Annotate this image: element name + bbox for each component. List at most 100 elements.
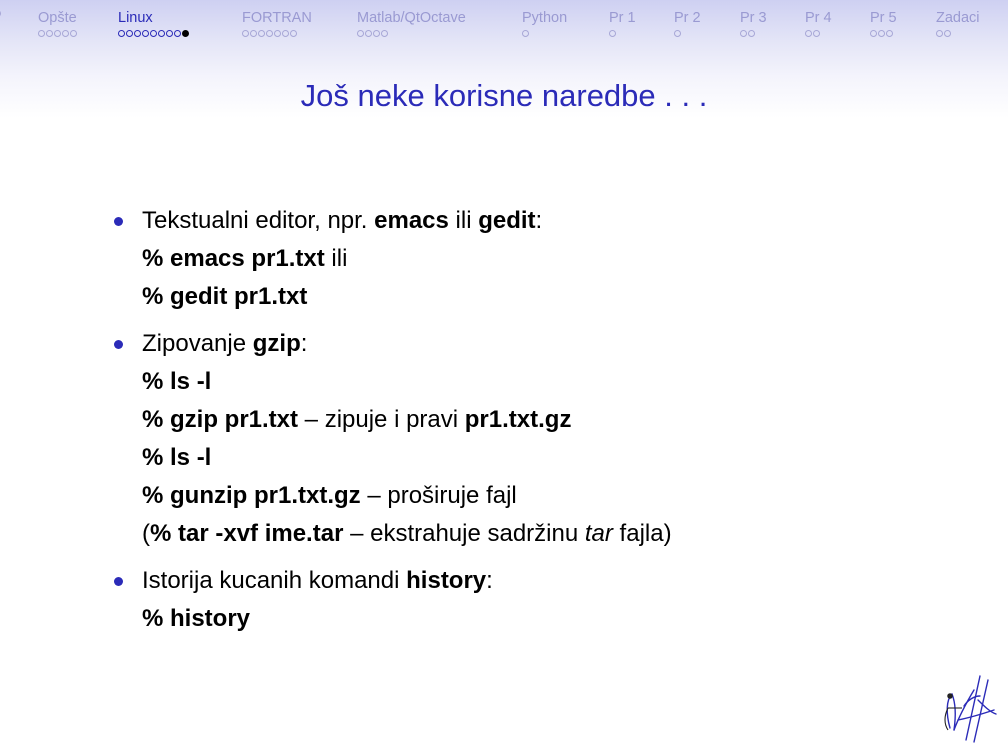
frame-dot-icon[interactable] — [174, 30, 181, 37]
item-line: (% tar -xvf ime.tar – ekstrahuje sadržin… — [142, 515, 972, 553]
command-text: emacs — [374, 207, 449, 234]
nav-section-dots — [118, 30, 189, 40]
item-line: % emacs pr1.txt ili — [142, 240, 972, 278]
slide-title: Još neke korisne naredbe . . . — [300, 78, 708, 113]
nav-section-fortran[interactable]: FORTRAN — [242, 8, 312, 40]
command-text: % ls -l — [142, 444, 212, 471]
frame-dot-icon[interactable] — [150, 30, 157, 37]
command-text: % gedit pr1.txt — [142, 283, 308, 310]
frame-dot-icon[interactable] — [748, 30, 755, 37]
command-text: % history — [142, 605, 251, 632]
nav-section-pr4[interactable]: Pr 4 — [805, 8, 832, 40]
item-line: Tekstualni editor, npr. emacs ili gedit: — [142, 202, 972, 240]
bullet-icon — [114, 340, 123, 349]
frame-dot-icon[interactable] — [805, 30, 812, 37]
frame-dot-icon[interactable] — [381, 30, 388, 37]
nav-section-matlab[interactable]: Matlab/QtOctave — [357, 8, 466, 40]
nav-section-label: Pr 1 — [609, 10, 636, 26]
item-line: % ls -l — [142, 363, 972, 401]
nav-section-dots — [870, 30, 897, 40]
nav-section-pr2[interactable]: Pr 2 — [674, 8, 701, 40]
nav-section-label: Pr 3 — [740, 10, 767, 26]
nav-section-label: Matlab/QtOctave — [357, 10, 466, 26]
nav-section-dots — [38, 30, 77, 40]
frame-dot-icon[interactable] — [290, 30, 297, 37]
line-text: fajla) — [612, 520, 672, 547]
frame-dot-icon[interactable] — [266, 30, 273, 37]
command-text: gzip — [252, 330, 301, 357]
line-text: – proširuje fajl — [360, 482, 517, 509]
nav-section-label: Pr 4 — [805, 10, 832, 26]
nav-section-dots — [0, 10, 1, 20]
frame-dot-icon[interactable] — [522, 30, 529, 37]
frame-dot-icon[interactable] — [944, 30, 951, 37]
frame-dot-icon[interactable] — [674, 30, 681, 37]
frame-dot-icon[interactable] — [936, 30, 943, 37]
line-text: : — [486, 567, 493, 594]
frame-dot-icon[interactable] — [258, 30, 265, 37]
line-text: tar — [584, 520, 613, 547]
frame-dot-icon[interactable] — [0, 10, 1, 17]
frame-dot-icon[interactable] — [357, 30, 364, 37]
nav-section-label: Pr 2 — [674, 10, 701, 26]
line-text: : — [300, 330, 308, 357]
frame-dot-icon[interactable] — [813, 30, 820, 37]
command-text: % emacs pr1.txt — [142, 245, 325, 272]
nav-section-opste[interactable]: Opšte — [38, 8, 77, 40]
line-text: Zipovanje — [142, 330, 253, 357]
frame-dot-icon[interactable] — [158, 30, 165, 37]
frame-dot-icon[interactable] — [878, 30, 885, 37]
frame-dot-icon[interactable] — [886, 30, 893, 37]
bullet-icon — [114, 577, 123, 586]
nav-section-linux[interactable]: Linux — [118, 8, 189, 40]
nav-section-pr1[interactable]: Pr 1 — [609, 8, 636, 40]
frame-dot-icon[interactable] — [242, 30, 249, 37]
frame-dot-icon[interactable] — [870, 30, 877, 37]
nav-section-python[interactable]: Python — [522, 8, 567, 40]
frame-dot-icon[interactable] — [126, 30, 133, 37]
frame-dot-icon[interactable] — [365, 30, 372, 37]
item-line: % gzip pr1.txt – zipuje i pravi pr1.txt.… — [142, 401, 972, 439]
frame-dot-icon[interactable] — [166, 30, 173, 37]
frame-dot-icon[interactable] — [609, 30, 616, 37]
frame-dot-icon[interactable] — [142, 30, 149, 37]
frame-dot-icon[interactable] — [46, 30, 53, 37]
frame-dot-icon[interactable] — [250, 30, 257, 37]
frame-dot-icon[interactable] — [70, 30, 77, 37]
frame-dot-icon[interactable] — [134, 30, 141, 37]
slide-content: Tekstualni editor, npr. emacs ili gedit:… — [112, 202, 972, 647]
nav-section-dots — [357, 30, 466, 40]
nav-section-pr5[interactable]: Pr 5 — [870, 8, 897, 40]
nav-section-zadaci[interactable]: Zadaci — [936, 8, 980, 40]
nav-section-dots — [242, 30, 312, 40]
frame-dot-icon[interactable] — [282, 30, 289, 37]
nav-section-dots — [805, 30, 832, 40]
command-text: gedit — [478, 207, 536, 234]
frame-dot-icon[interactable] — [740, 30, 747, 37]
line-text: ili — [324, 245, 348, 272]
item-line: % history — [142, 600, 972, 638]
line-text: Tekstualni editor, npr. — [142, 207, 375, 234]
nav-section-pr3[interactable]: Pr 3 — [740, 8, 767, 40]
command-text: % ls -l — [142, 368, 212, 395]
line-text: – ekstrahuje sadržinu — [343, 520, 585, 547]
nav-section-dots — [740, 30, 767, 40]
frame-dot-icon[interactable] — [62, 30, 69, 37]
frame-dot-icon[interactable] — [118, 30, 125, 37]
frame-dot-icon[interactable] — [38, 30, 45, 37]
item-line: % gedit pr1.txt — [142, 278, 972, 316]
frame-dot-icon[interactable] — [373, 30, 380, 37]
nav-section-label: Zadaci — [936, 10, 980, 26]
nav-section-dots — [936, 30, 980, 40]
line-text: – zipuje i pravi — [298, 406, 465, 433]
line-text: Istorija kucanih komandi — [142, 567, 407, 594]
frame-dot-icon[interactable] — [274, 30, 281, 37]
command-text: pr1.txt.gz — [464, 406, 572, 433]
item-line: Istorija kucanih komandi history: — [142, 562, 972, 600]
frame-dot-icon[interactable] — [54, 30, 61, 37]
command-text: % gunzip pr1.txt.gz — [142, 482, 361, 509]
frame-dot-icon[interactable] — [182, 30, 189, 37]
nav-section[interactable] — [0, 8, 1, 20]
nav-section-label: Opšte — [38, 10, 77, 26]
item-line: % ls -l — [142, 439, 972, 477]
